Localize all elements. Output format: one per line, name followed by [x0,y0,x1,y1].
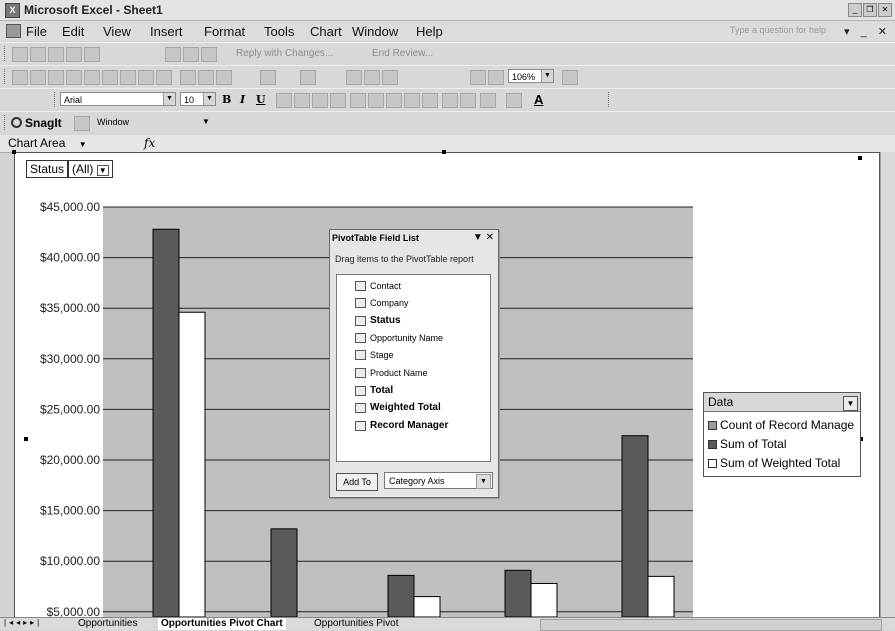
bar-sum-of-total[interactable] [152,228,180,618]
field-icon [355,333,366,343]
field-label: Contact [370,281,402,291]
bar-sum-of-total[interactable] [504,569,532,618]
y-tick-label: $25,000.00 [40,402,100,416]
y-tick-label: $15,000.00 [40,504,100,518]
bar-sum-of-weighted-total[interactable] [413,596,441,618]
tab-navigation-icons[interactable]: |◂◂▸▸| [4,618,42,627]
field-label: Status [370,315,401,326]
field-label: Record Manager [370,420,449,431]
y-tick-label: $10,000.00 [40,554,100,568]
legend-item[interactable]: Sum of Total [708,437,786,451]
field-label: Product Name [370,368,428,378]
field-label: Stage [370,350,394,360]
field-icon [355,402,366,413]
pivot-panel-title[interactable]: PivotTable Field List [332,233,419,243]
tab-opportunities[interactable]: Opportunities [78,618,137,630]
legend-label: Sum of Total [720,437,787,451]
pivot-field-opportunity-name[interactable]: Opportunity Name [355,333,443,343]
field-icon [355,350,366,360]
bar-sum-of-weighted-total[interactable] [178,311,206,618]
bar-sum-of-total[interactable] [387,574,415,618]
area-select-value: Category Axis [389,476,445,486]
area-select[interactable]: Category Axis ▼ [384,472,493,489]
bar-sum-of-total[interactable] [270,528,298,618]
legend-label: Sum of Weighted Total [720,456,841,470]
legend-swatch [708,458,717,468]
y-tick-label: $30,000.00 [40,352,100,366]
pivot-field-list-panel: PivotTable Field List ▼ ✕ Drag items to … [329,229,499,498]
chevron-down-icon[interactable]: ▼ [476,474,491,489]
pivot-field-weighted-total[interactable]: Weighted Total [355,402,441,413]
legend-swatch [708,439,717,449]
pivot-field-record-manager[interactable]: Record Manager [355,420,448,431]
field-label: Weighted Total [370,402,441,413]
bar-sum-of-weighted-total[interactable] [530,582,558,618]
y-tick-label: $35,000.00 [40,301,100,315]
close-icon[interactable]: ✕ [486,232,494,243]
chart-legend[interactable]: Data ▼ Count of Record Manage Sum of Tot… [703,392,861,477]
legend-item[interactable]: Count of Record Manage [708,418,854,432]
bar-sum-of-total[interactable] [621,435,649,618]
tab-opportunities-pivot[interactable]: Opportunities Pivot [314,618,399,630]
y-tick-label: $45,000.00 [40,200,100,214]
y-axis: $45,000.00 $40,000.00 $35,000.00 $30,000.00… [40,200,100,619]
field-label: Company [370,298,409,308]
sheet-tabs-bar: |◂◂▸▸| Opportunities Opportunities Pivot… [0,617,895,631]
field-icon [355,420,366,431]
pivot-field-contact[interactable]: Contact [355,281,401,291]
field-icon [355,368,366,378]
legend-title[interactable]: Data [704,393,860,412]
field-icon [355,315,366,326]
field-icon [355,385,366,396]
chevron-down-icon[interactable]: ▼ [473,232,483,243]
pivot-field-stage[interactable]: Stage [355,350,394,360]
panel-controls: ▼ ✕ [473,232,494,243]
field-label: Total [370,385,394,396]
pivot-field-list: Contact Company Status Opportunity Name … [336,274,491,462]
y-tick-label: $40,000.00 [40,251,100,265]
pivot-field-total[interactable]: Total [355,385,393,396]
y-tick-label: $20,000.00 [40,453,100,467]
pivot-field-status[interactable]: Status [355,315,401,326]
chevron-down-icon[interactable]: ▼ [843,396,858,411]
legend-title-text: Data [708,395,734,409]
pivot-field-product-name[interactable]: Product Name [355,368,428,378]
vertical-scrollbar[interactable] [880,152,895,617]
field-icon [355,281,366,291]
tab-opportunities-pivot-chart[interactable]: Opportunities Pivot Chart [158,618,286,630]
pivot-field-company[interactable]: Company [355,298,409,308]
legend-swatch [708,420,717,430]
pivot-panel-description: Drag items to the PivotTable report [335,254,474,264]
horizontal-scrollbar[interactable] [540,619,882,631]
legend-item[interactable]: Sum of Weighted Total [708,456,840,470]
field-label: Opportunity Name [370,333,444,343]
field-icon [355,298,366,308]
add-to-button[interactable]: Add To [336,473,378,491]
bar-sum-of-weighted-total[interactable] [647,575,675,618]
legend-label: Count of Record Manage [720,418,855,432]
